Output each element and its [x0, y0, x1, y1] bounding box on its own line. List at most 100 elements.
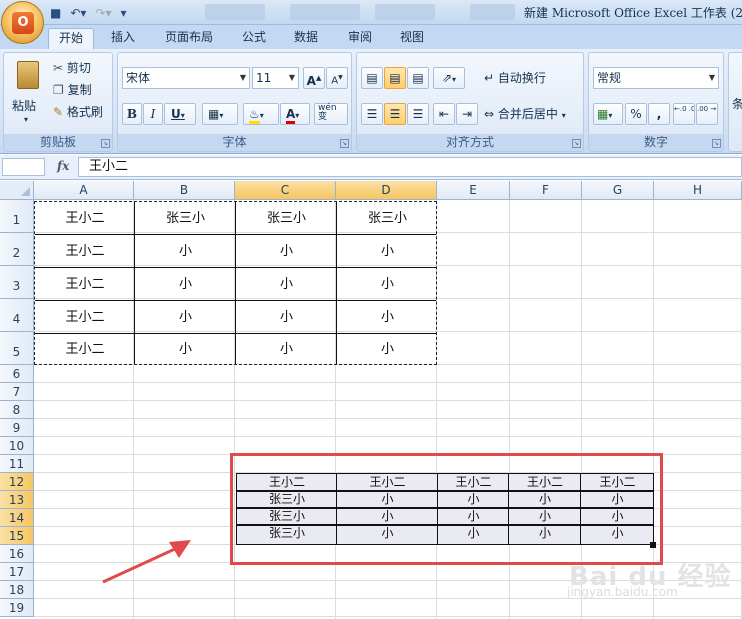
- office-button[interactable]: O: [1, 1, 44, 44]
- merge-center-button[interactable]: ⇔ 合并后居中 ▾: [483, 103, 581, 125]
- row-header-18[interactable]: 18: [0, 581, 34, 599]
- decrease-decimal-button[interactable]: .00 →.0: [696, 103, 718, 125]
- row-header-11[interactable]: 11: [0, 455, 34, 473]
- redo-icon[interactable]: ↷▾: [95, 6, 111, 20]
- styles-partial-label[interactable]: 条: [732, 95, 742, 112]
- phonetic-guide-button[interactable]: wén 变: [314, 103, 348, 125]
- undo-icon[interactable]: ↶▾: [70, 6, 86, 20]
- decrease-indent-button[interactable]: ⇤: [433, 103, 455, 125]
- accounting-format-button[interactable]: ▦▾: [593, 103, 623, 125]
- table-cell[interactable]: 小: [337, 268, 438, 301]
- increase-decimal-button[interactable]: ←.0 .00: [673, 103, 695, 125]
- column-header-e[interactable]: E: [437, 181, 510, 200]
- number-launcher-icon[interactable]: ↘: [712, 139, 721, 148]
- column-header-g[interactable]: G: [582, 181, 654, 200]
- row-header-7[interactable]: 7: [0, 383, 34, 401]
- table-cell[interactable]: 小: [236, 268, 337, 301]
- cut-button[interactable]: ✂ 剪切: [52, 57, 110, 79]
- align-right-button[interactable]: ☰: [407, 103, 429, 125]
- row-header-13[interactable]: 13: [0, 491, 34, 509]
- column-header-c[interactable]: C: [235, 181, 336, 200]
- clipboard-launcher-icon[interactable]: ↘: [101, 139, 110, 148]
- column-header-h[interactable]: H: [654, 181, 742, 200]
- format-painter-button[interactable]: ✎ 格式刷: [52, 101, 112, 123]
- table-cell[interactable]: 小: [236, 334, 337, 366]
- row-header-8[interactable]: 8: [0, 401, 34, 419]
- customize-qat-icon[interactable]: ▾: [121, 6, 127, 20]
- underline-button[interactable]: U▾: [164, 103, 196, 125]
- table-cell[interactable]: 小: [135, 301, 236, 334]
- font-launcher-icon[interactable]: ↘: [340, 139, 349, 148]
- table-cell[interactable]: 小: [337, 301, 438, 334]
- table-cell[interactable]: 小: [236, 301, 337, 334]
- table-cell[interactable]: 小: [236, 235, 337, 268]
- table-cell[interactable]: 张三小: [337, 202, 438, 235]
- table-cell[interactable]: 王小二: [35, 235, 135, 268]
- table-cell[interactable]: 小: [135, 268, 236, 301]
- table-cell[interactable]: 王小二: [35, 334, 135, 366]
- table-cell[interactable]: 小: [337, 334, 438, 366]
- column-header-d[interactable]: D: [336, 181, 437, 200]
- column-header-a[interactable]: A: [34, 181, 134, 200]
- shrink-font-button[interactable]: A▼: [326, 67, 348, 89]
- comma-style-button[interactable]: ,: [648, 103, 670, 125]
- table-cell[interactable]: 小: [135, 235, 236, 268]
- tab-review[interactable]: 审阅: [338, 28, 382, 49]
- row-header-2[interactable]: 2: [0, 233, 34, 266]
- table-cell[interactable]: 小: [135, 334, 236, 366]
- table-cell[interactable]: 王小二: [35, 268, 135, 301]
- tab-view[interactable]: 视图: [390, 28, 434, 49]
- table-cell[interactable]: 王小二: [35, 202, 135, 235]
- row-header-16[interactable]: 16: [0, 545, 34, 563]
- align-top-button[interactable]: ▤: [361, 67, 383, 89]
- row-header-14[interactable]: 14: [0, 509, 34, 527]
- align-center-button[interactable]: ☰: [384, 103, 406, 125]
- row-header-15[interactable]: 15: [0, 527, 34, 545]
- row-header-1[interactable]: 1: [0, 200, 34, 233]
- tab-insert[interactable]: 插入: [100, 28, 146, 49]
- fill-color-button[interactable]: ♨▾: [243, 103, 279, 125]
- table-cell[interactable]: 张三小: [135, 202, 236, 235]
- align-bottom-button[interactable]: ▤: [407, 67, 429, 89]
- table-cell[interactable]: 王小二: [35, 301, 135, 334]
- font-color-button[interactable]: A▾: [280, 103, 310, 125]
- column-header-f[interactable]: F: [510, 181, 582, 200]
- align-middle-button[interactable]: ▤: [384, 67, 406, 89]
- row-header-4[interactable]: 4: [0, 299, 34, 332]
- bold-button[interactable]: B: [122, 103, 142, 125]
- row-header-9[interactable]: 9: [0, 419, 34, 437]
- wrap-text-button[interactable]: ↵ 自动换行: [483, 67, 581, 89]
- percent-button[interactable]: %: [625, 103, 647, 125]
- name-box[interactable]: [2, 158, 45, 176]
- row-header-12[interactable]: 12: [0, 473, 34, 491]
- alignment-launcher-icon[interactable]: ↘: [572, 139, 581, 148]
- copy-button[interactable]: ❐ 复制: [52, 79, 110, 101]
- copied-source-table[interactable]: 王小二 张三小 张三小 张三小 王小二小小小王小二小小小王小二小小小王小二小小小: [34, 201, 437, 365]
- tab-formulas[interactable]: 公式: [232, 28, 276, 49]
- row-header-17[interactable]: 17: [0, 563, 34, 581]
- borders-button[interactable]: ▦▾: [202, 103, 238, 125]
- row-header-5[interactable]: 5: [0, 332, 34, 365]
- table-cell[interactable]: 张三小: [236, 202, 337, 235]
- row-header-3[interactable]: 3: [0, 266, 34, 299]
- row-header-10[interactable]: 10: [0, 437, 34, 455]
- increase-indent-button[interactable]: ⇥: [456, 103, 478, 125]
- row-header-6[interactable]: 6: [0, 365, 34, 383]
- font-name-select[interactable]: 宋体 ▼: [122, 67, 250, 89]
- table-cell[interactable]: 小: [337, 235, 438, 268]
- font-size-select[interactable]: 11 ▼: [252, 67, 299, 89]
- fx-icon[interactable]: fx: [57, 159, 69, 173]
- formula-input[interactable]: 王小二: [78, 157, 742, 177]
- grow-font-button[interactable]: A▲: [303, 67, 325, 89]
- tab-data[interactable]: 数据: [284, 28, 328, 49]
- number-format-select[interactable]: 常规 ▼: [593, 67, 719, 89]
- align-left-button[interactable]: ☰: [361, 103, 383, 125]
- tab-page-layout[interactable]: 页面布局: [156, 28, 222, 49]
- fill-handle[interactable]: [650, 542, 656, 548]
- row-header-19[interactable]: 19: [0, 599, 34, 617]
- tab-home[interactable]: 开始: [48, 28, 94, 49]
- orientation-button[interactable]: ⇗▾: [433, 67, 465, 89]
- save-icon[interactable]: ■: [50, 6, 61, 20]
- paste-button[interactable]: 粘贴 ▾: [8, 57, 46, 127]
- italic-button[interactable]: I: [143, 103, 163, 125]
